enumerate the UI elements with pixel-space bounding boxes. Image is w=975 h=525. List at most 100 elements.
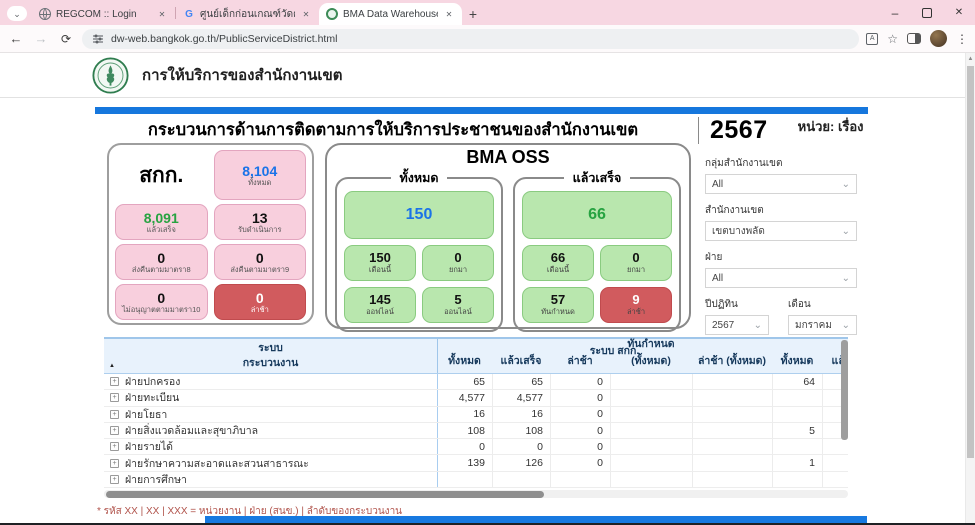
stat-label: ส่งคืนตามมาตรา9 [230, 266, 289, 275]
row-name-cell: ฝ่ายรักษาความสะอาดและสวนสาธารณะ [104, 455, 437, 472]
stat-value: 145 [369, 293, 391, 308]
column-header-process[interactable]: ระบบ กระบวนงาน [104, 339, 437, 373]
row-value [610, 407, 692, 422]
stat-value: 0 [632, 251, 639, 266]
expand-icon[interactable] [110, 426, 119, 435]
bookmark-star-icon[interactable] [887, 32, 898, 46]
expand-icon[interactable] [110, 410, 119, 419]
translate-icon[interactable] [866, 33, 878, 45]
stat-value: 13 [252, 210, 268, 226]
browser-tab[interactable]: REGCOM :: Login [32, 3, 175, 25]
column-header[interactable]: ล่าช้า (ทั้งหมด) [692, 352, 772, 369]
row-value: 0 [550, 455, 610, 470]
table-row[interactable]: ฝ่ายรายได้ 0 0 0 [104, 439, 848, 455]
table-row[interactable]: ฝ่ายโยธา 16 16 0 [104, 407, 848, 423]
stat-label: เดือนนี้ [369, 266, 391, 275]
sakk-card: สกก. 8,104 ทั้งหมด 8,091 แล้วเสร็จ 13 รั… [107, 143, 314, 325]
tab-close-icon[interactable] [300, 9, 312, 20]
stat-value: 9 [632, 293, 639, 308]
forward-button[interactable] [32, 31, 50, 46]
filter-label: เดือน [788, 297, 857, 312]
table-row[interactable]: ฝ่ายทะเบียน 4,577 4,577 0 [104, 390, 848, 406]
table-vscroll-thumb[interactable] [841, 340, 848, 440]
browser-tab[interactable]: BMA Data Warehouse [319, 3, 462, 25]
column-header[interactable]: ทั้งหมด [772, 352, 822, 369]
filter-selected-value: All [712, 179, 723, 190]
tab-close-icon[interactable] [156, 9, 168, 20]
site-settings-icon[interactable] [92, 33, 104, 45]
table-hscroll-thumb[interactable] [106, 491, 544, 498]
scroll-up-arrow-icon[interactable] [966, 53, 975, 65]
minimize-button[interactable] [879, 0, 911, 25]
profile-avatar[interactable] [930, 30, 947, 47]
filter-select[interactable]: All [705, 174, 857, 194]
table-row[interactable]: ฝ่ายการศึกษา [104, 472, 848, 488]
page-vscroll-thumb[interactable] [967, 66, 974, 458]
table-row[interactable]: ฝ่ายรักษาความสะอาดและสวนสาธารณะ 139 126 … [104, 455, 848, 471]
expand-icon[interactable] [110, 475, 119, 484]
filter-select[interactable]: มกราคม [788, 315, 857, 335]
row-value: 64 [772, 374, 822, 389]
site-title: การให้บริการของสำนักงานเขต [142, 63, 343, 87]
table-row[interactable]: ฝ่ายปกครอง 65 65 0 64 [104, 374, 848, 390]
dashboard-title-row: กระบวนการด้านการติดตามการให้บริการประชาช… [95, 115, 868, 145]
sort-asc-icon [109, 357, 115, 372]
toolbar-actions [866, 30, 968, 47]
back-button[interactable] [7, 31, 25, 46]
new-tab-button[interactable] [462, 6, 484, 22]
filter-label: กลุ่มสำนักงานเขต [705, 156, 857, 171]
tab-title: BMA Data Warehouse [343, 9, 438, 20]
filter-selected-value: เขตบางพลัด [712, 224, 765, 239]
filter-label: ฝ่าย [705, 250, 857, 265]
oss-group-total: 150 [344, 191, 494, 239]
filters-panel: กลุ่มสำนักงานเขต All สำนักงานเขต เขตบางพ… [705, 156, 857, 344]
row-name-cell: ฝ่ายทะเบียน [104, 389, 437, 406]
table-row[interactable]: ฝ่ายสิ่งแวดล้อมและสุขาภิบาล 108 108 0 5 [104, 423, 848, 439]
unit-label: หน่วย: เรื่อง [798, 116, 864, 137]
column-header[interactable]: ทั้งหมด [437, 352, 492, 369]
tab-close-icon[interactable] [443, 9, 455, 20]
bma-oss-card: BMA OSS ทั้งหมด 150 150 เดือนนี้ 0 ยกมา … [325, 143, 691, 329]
process-table: ระบบ กระบวนงาน ระบบ สกก. ทั้งหมด แล้วเสร… [104, 337, 848, 500]
row-name: ฝ่ายปกครอง [125, 373, 180, 390]
close-window-button[interactable] [943, 0, 975, 25]
page-title: กระบวนการด้านการติดตามการให้บริการประชาช… [95, 117, 691, 143]
row-value: 0 [437, 439, 492, 454]
expand-icon[interactable] [110, 459, 119, 468]
stat-box: 57 ทันกำหนด [522, 287, 594, 323]
stat-value: 8,104 [242, 163, 277, 179]
header-system: ระบบ [258, 341, 283, 356]
maximize-button[interactable] [911, 0, 943, 25]
row-value [772, 390, 822, 405]
tab-title: ศูนย์เด็กก่อนเกณฑ์วัดดาวดึงษาราม [200, 7, 295, 22]
browser-tab[interactable]: ศูนย์เด็กก่อนเกณฑ์วัดดาวดึงษาราม [176, 3, 319, 25]
column-header[interactable]: แล้วเสร็จ [492, 352, 550, 369]
row-value [692, 472, 772, 487]
table-horizontal-scrollbar[interactable] [104, 490, 848, 498]
row-value [610, 374, 692, 389]
expand-icon[interactable] [110, 377, 119, 386]
stat-value: 8,091 [144, 210, 179, 226]
filter-select[interactable]: 2567 [705, 315, 769, 335]
tab-favicon-icon [183, 8, 195, 20]
tab-search-button[interactable] [7, 6, 27, 21]
column-header[interactable]: ล่าช้า [550, 352, 610, 369]
table-vertical-scrollbar[interactable] [841, 338, 848, 488]
side-panel-icon[interactable] [907, 33, 921, 44]
expand-icon[interactable] [110, 393, 119, 402]
browser-toolbar: dw-web.bangkok.go.th/PublicServiceDistri… [0, 25, 975, 53]
filter-select[interactable]: เขตบางพลัด [705, 221, 857, 241]
reload-button[interactable] [57, 31, 75, 46]
row-value [692, 374, 772, 389]
filter-select[interactable]: All [705, 268, 857, 288]
stat-box: 66 เดือนนี้ [522, 245, 594, 281]
address-bar[interactable]: dw-web.bangkok.go.th/PublicServiceDistri… [82, 29, 859, 49]
stat-value: 0 [256, 250, 264, 266]
browser-menu-icon[interactable] [956, 32, 968, 46]
expand-icon[interactable] [110, 442, 119, 451]
row-name-cell: ฝ่ายสิ่งแวดล้อมและสุขาภิบาล [104, 422, 437, 439]
column-header[interactable]: ทันกำหนด (ทั้งหมด) [610, 337, 692, 369]
page-vertical-scrollbar[interactable] [965, 53, 975, 523]
filter-field: กลุ่มสำนักงานเขต All [705, 156, 857, 194]
filter-selected-value: มกราคม [795, 318, 832, 333]
